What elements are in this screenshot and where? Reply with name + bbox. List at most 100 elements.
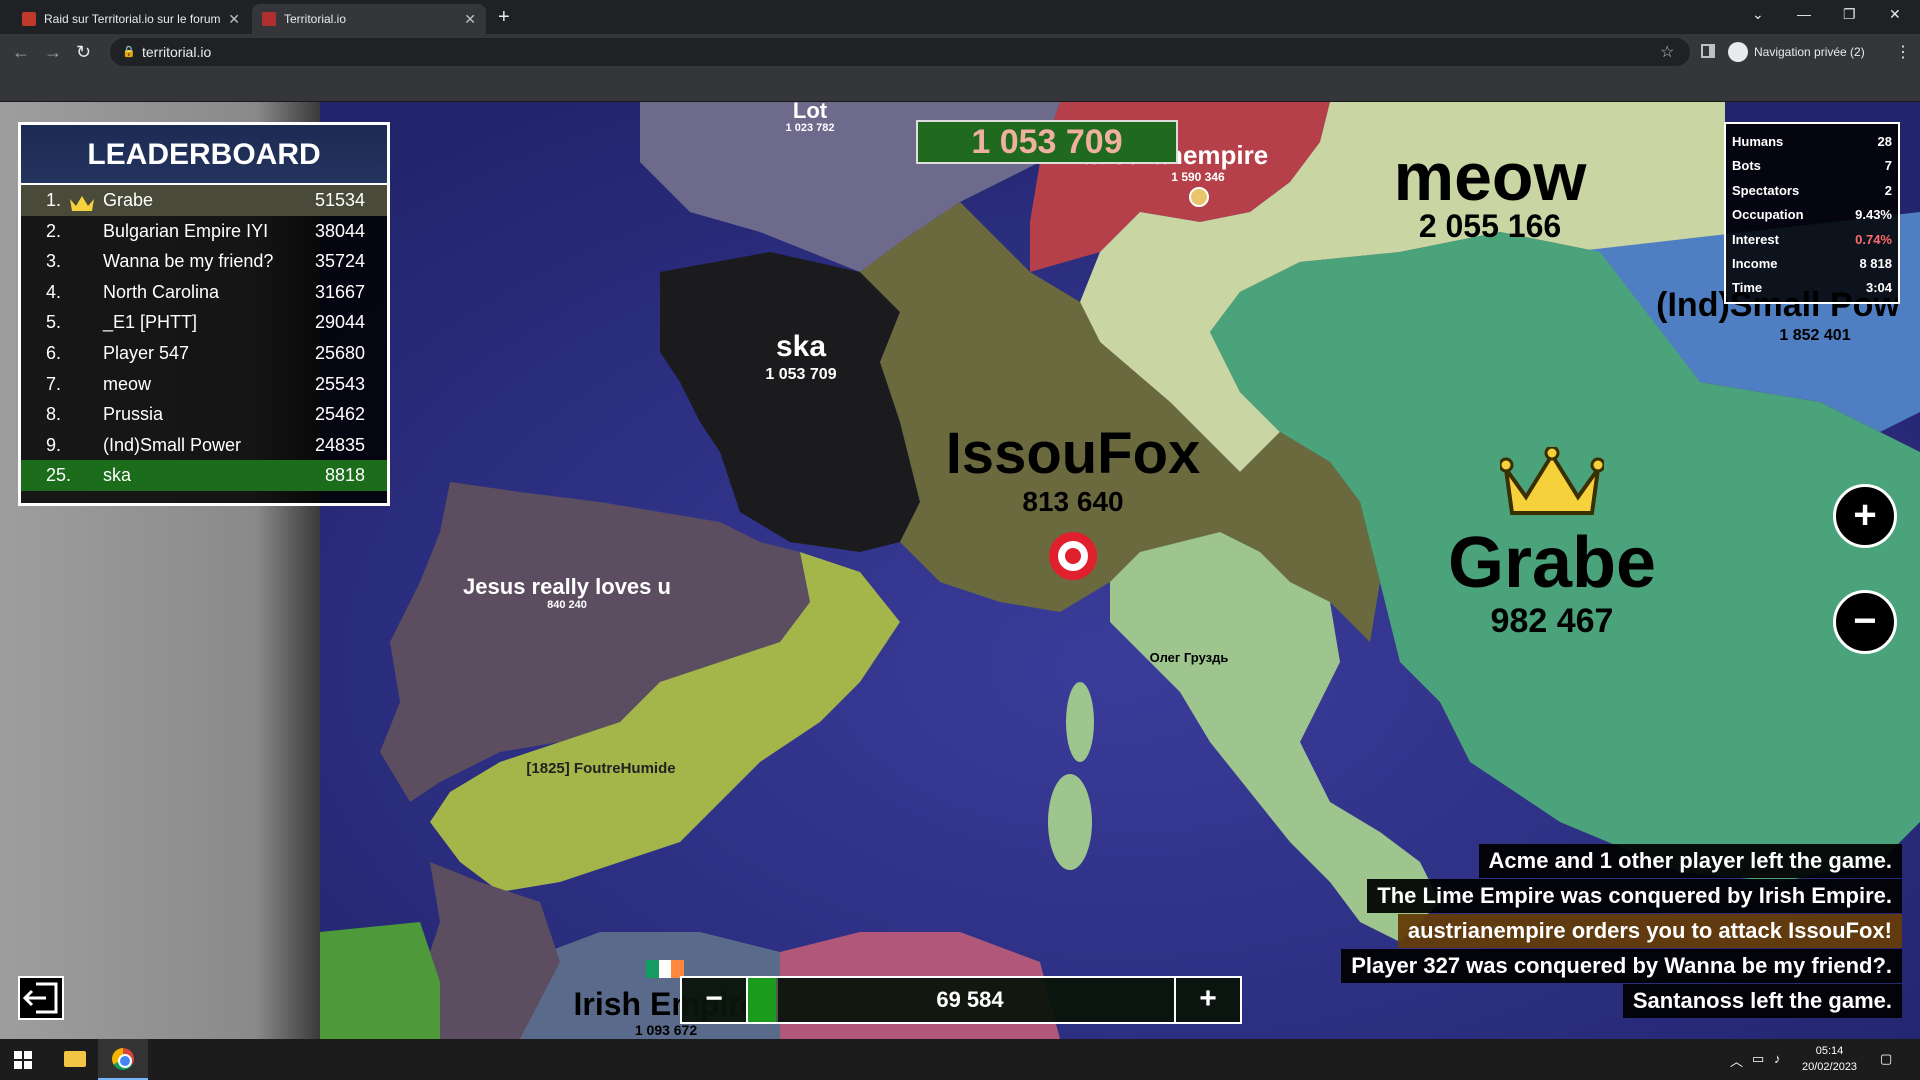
increase-attack-button[interactable]: + bbox=[1174, 978, 1240, 1022]
chrome-icon bbox=[112, 1048, 134, 1070]
leaderboard-row-self[interactable]: 25. ska 8818 bbox=[21, 460, 387, 491]
stat-value: 0.74% bbox=[1855, 231, 1892, 247]
chrome-taskbar-button[interactable] bbox=[98, 1039, 148, 1080]
zoom-in-button[interactable]: + bbox=[1833, 484, 1897, 548]
crown-icon bbox=[1498, 445, 1606, 524]
private-browsing-badge[interactable]: Navigation privée (2) bbox=[1728, 40, 1865, 64]
exit-game-button[interactable] bbox=[18, 976, 64, 1020]
clock-time: 05:14 bbox=[1815, 1045, 1844, 1057]
stat-value: 8 818 bbox=[1859, 255, 1892, 271]
clock-date: 20/02/2023 bbox=[1802, 1061, 1858, 1073]
event-message: Player 327 was conquered by Wanna be my … bbox=[1341, 949, 1902, 983]
stat-time: Time 3:04 bbox=[1732, 276, 1892, 300]
row-rank: 4. bbox=[46, 281, 62, 302]
leaderboard-row[interactable]: 6. Player 547 25680 bbox=[21, 338, 387, 369]
address-bar[interactable]: 🔒 territorial.io bbox=[110, 38, 1690, 66]
stat-interest: Interest 0.74% bbox=[1732, 228, 1892, 252]
tab-territorial[interactable]: Territorial.io ✕ bbox=[252, 4, 486, 34]
leaderboard-row[interactable]: 1. Grabe 51534 bbox=[21, 185, 387, 216]
row-rank: 3. bbox=[46, 251, 62, 272]
tab-forum[interactable]: Raid sur Territorial.io sur le forum ✕ bbox=[12, 4, 250, 34]
zoom-out-button[interactable]: − bbox=[1833, 590, 1897, 654]
territory-value-grabe: 982 467 bbox=[1490, 602, 1614, 640]
territory-value-lot: 1 023 782 bbox=[785, 122, 835, 134]
lock-icon: 🔒 bbox=[122, 46, 136, 58]
territory-value-issoufox: 813 640 bbox=[1022, 486, 1124, 517]
restore-icon[interactable]: ❐ bbox=[1843, 6, 1856, 23]
side-panel-icon[interactable] bbox=[1701, 44, 1715, 58]
territory-green-southwest bbox=[320, 922, 440, 1039]
attack-fill bbox=[748, 978, 776, 1022]
leaderboard-row[interactable]: 7. meow 25543 bbox=[21, 369, 387, 400]
minimize-icon[interactable]: — bbox=[1797, 6, 1811, 22]
reload-icon[interactable]: ↻ bbox=[76, 42, 91, 63]
stat-value: 9.43% bbox=[1855, 207, 1892, 223]
territory-name-grabe: Grabe bbox=[1447, 523, 1657, 603]
stat-value: 28 bbox=[1877, 134, 1892, 149]
tab-label: Raid sur Territorial.io sur le forum bbox=[44, 12, 221, 26]
row-name: Prussia bbox=[103, 404, 164, 425]
bookmark-star-icon[interactable]: ☆ bbox=[1660, 42, 1674, 62]
game-canvas[interactable]: Lot 1 023 782 austrianempire 1 590 346 m… bbox=[0, 102, 1920, 1039]
target-marker-icon bbox=[1189, 187, 1209, 207]
taskbar-clock[interactable]: 05:14 20/02/2023 bbox=[1802, 1043, 1857, 1075]
leaderboard-row[interactable]: 8. Prussia 25462 bbox=[21, 399, 387, 430]
tray-chevron-icon[interactable]: ︿ bbox=[1730, 1051, 1743, 1070]
leaderboard-row[interactable]: 4. North Carolina 31667 bbox=[21, 277, 387, 308]
attack-troops-value: 69 584 bbox=[776, 978, 1162, 1022]
territory-name-jesus: Jesus really loves u bbox=[463, 574, 671, 599]
new-tab-icon[interactable]: + bbox=[498, 6, 510, 29]
territory-value-irish: 1 093 672 bbox=[634, 1022, 698, 1038]
decrease-attack-button[interactable]: − bbox=[682, 978, 748, 1022]
leaderboard-row[interactable]: 5. _E1 [PHTT] 29044 bbox=[21, 307, 387, 338]
leaderboard-panel: LEADERBOARD 1. Grabe 51534 2. Bulgarian E… bbox=[18, 122, 390, 506]
stat-bots: Bots 7 bbox=[1732, 154, 1892, 178]
network-icon[interactable]: ▭ bbox=[1752, 1051, 1764, 1067]
leaderboard-row[interactable]: 2. Bulgarian Empire IYI 38044 bbox=[21, 216, 387, 247]
row-score: 51534 bbox=[314, 190, 365, 210]
close-tab-icon[interactable]: ✕ bbox=[464, 11, 476, 28]
row-name: Grabe bbox=[103, 190, 154, 210]
row-score: 29044 bbox=[314, 312, 365, 333]
stat-label: Income bbox=[1732, 255, 1778, 271]
row-name: ska bbox=[103, 465, 132, 486]
back-icon[interactable]: ← bbox=[12, 42, 30, 63]
file-explorer-icon[interactable] bbox=[64, 1051, 86, 1067]
menu-icon[interactable]: ⋮ bbox=[1895, 42, 1911, 62]
stat-value: 2 bbox=[1884, 182, 1892, 198]
windows-start-icon[interactable] bbox=[14, 1051, 32, 1069]
territory-name-foutre: [1825] FoutreHumide bbox=[526, 760, 676, 777]
leaderboard-row[interactable]: 9. (Ind)Small Power 24835 bbox=[21, 430, 387, 461]
leaderboard-row[interactable]: 3. Wanna be my friend? 35724 bbox=[21, 246, 387, 277]
row-name: North Carolina bbox=[103, 281, 220, 302]
stat-occupation: Occupation 9.43% bbox=[1732, 203, 1892, 227]
row-score: 31667 bbox=[314, 281, 365, 302]
close-window-icon[interactable]: ✕ bbox=[1889, 6, 1901, 23]
browser-tab-bar: Raid sur Territorial.io sur le forum ✕ T… bbox=[0, 0, 1920, 34]
attack-percentage-bar[interactable]: − 69 584 + bbox=[680, 976, 1242, 1024]
stat-spectators: Spectators 2 bbox=[1732, 179, 1892, 203]
close-tab-icon[interactable]: ✕ bbox=[228, 11, 240, 28]
stat-label: Interest bbox=[1732, 231, 1779, 247]
event-message-order: austrianempire orders you to attack Isso… bbox=[1397, 914, 1902, 948]
row-score: 25680 bbox=[314, 342, 365, 363]
row-name: meow bbox=[103, 373, 152, 394]
territory-name-meow: meow bbox=[1393, 139, 1587, 215]
row-name: _E1 [PHTT] bbox=[103, 312, 198, 333]
volume-icon[interactable]: ♪ bbox=[1774, 1051, 1781, 1066]
notifications-icon[interactable]: ▢ bbox=[1880, 1051, 1892, 1067]
territory-value-smallpower: 1 852 401 bbox=[1779, 327, 1851, 344]
row-score: 24835 bbox=[314, 434, 365, 455]
leaderboard-title: LEADERBOARD bbox=[21, 125, 387, 185]
territory-name-lot: Lot bbox=[792, 102, 828, 123]
row-name: (Ind)Small Power bbox=[103, 434, 242, 455]
territorial-favicon-icon bbox=[262, 12, 276, 26]
row-score: 38044 bbox=[314, 220, 365, 241]
tab-label: Territorial.io bbox=[284, 12, 347, 26]
windows-taskbar: ︿ ▭ ♪ 05:14 20/02/2023 ▢ bbox=[0, 1039, 1920, 1080]
territory-name-issoufox: IssouFox bbox=[945, 421, 1201, 486]
stats-panel: Humans 28 Bots 7 Spectators 2 Occupation 9.4… bbox=[1724, 122, 1900, 304]
tab-search-icon[interactable]: ⌄ bbox=[1752, 6, 1764, 23]
stat-label: Occupation bbox=[1732, 207, 1804, 223]
forward-icon[interactable]: → bbox=[44, 42, 62, 63]
